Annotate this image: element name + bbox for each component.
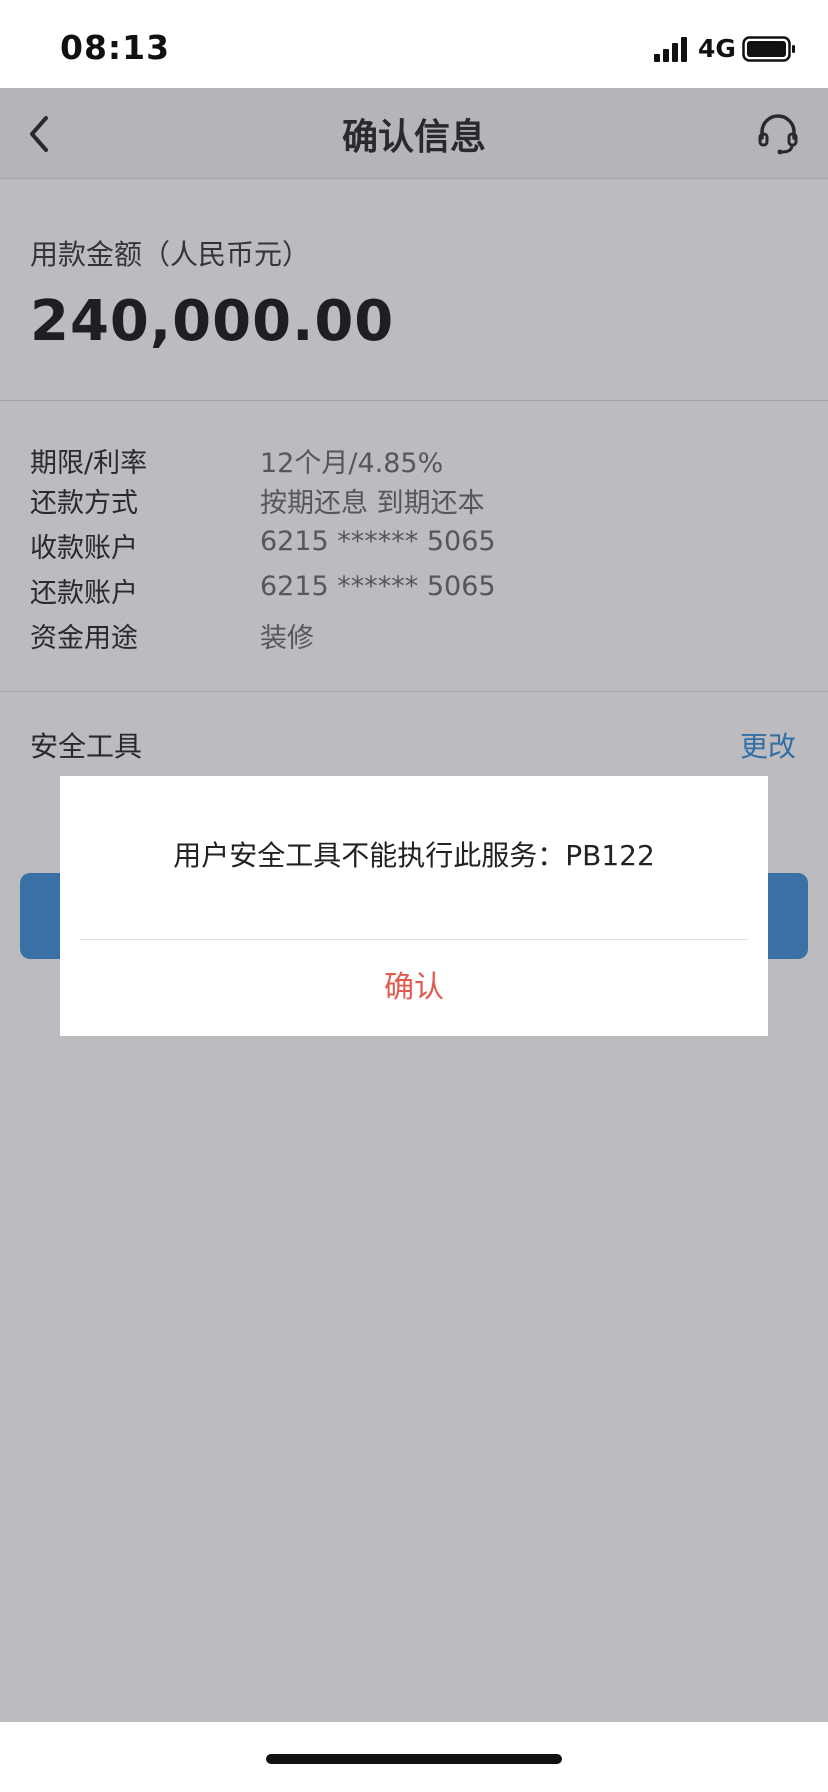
battery-icon	[742, 36, 795, 62]
home-indicator[interactable]	[266, 1754, 562, 1764]
alert-dialog: 用户安全工具不能执行此服务：PB122 确认	[60, 776, 768, 1036]
alert-message: 用户安全工具不能执行此服务：PB122	[173, 839, 655, 872]
signal-icon	[654, 37, 687, 62]
home-area	[0, 1722, 828, 1792]
confirm-button[interactable]: 确认	[60, 940, 768, 1036]
network-label: 4G	[698, 34, 736, 63]
status-time: 08:13	[60, 28, 171, 67]
status-bar: 08:13 4G	[0, 0, 828, 88]
